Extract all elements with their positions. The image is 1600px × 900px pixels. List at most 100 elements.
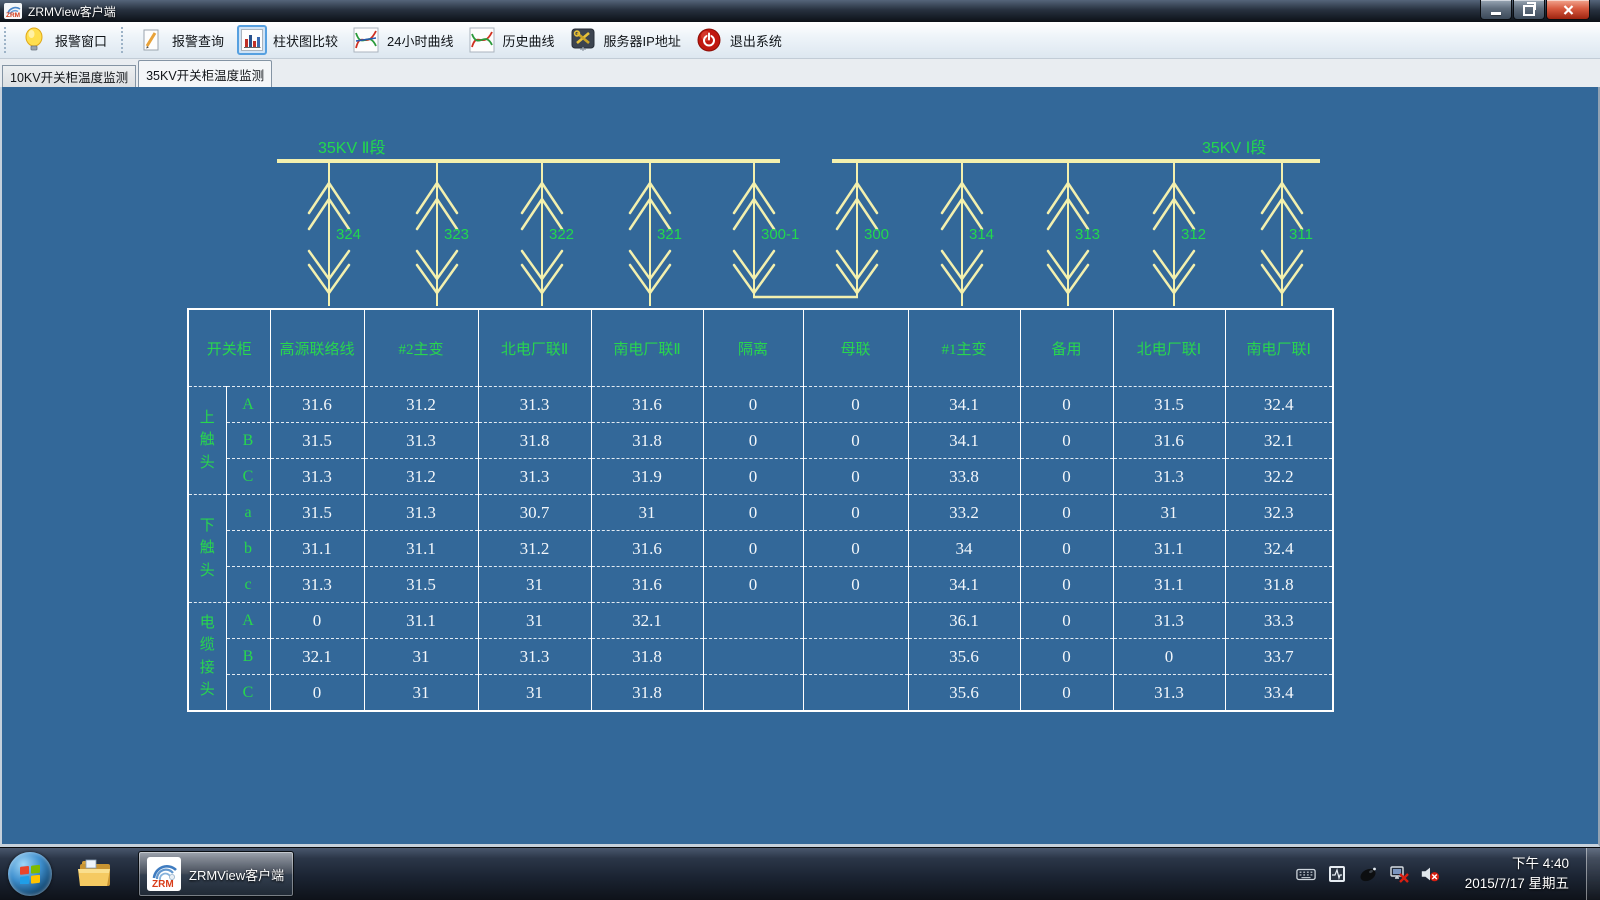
tab-35kv-monitor[interactable]: 35KV开关柜温度监测 — [138, 60, 272, 87]
temperature-cell: 31.8 — [1225, 567, 1333, 603]
toolbar-alarm-window-button[interactable]: 报警窗口 — [16, 23, 117, 57]
temperature-cell: 31.2 — [478, 531, 591, 567]
feeder-label: 322 — [549, 226, 574, 243]
taskbar-clock[interactable]: 下午 4:40 2015/7/17 星期五 — [1465, 854, 1569, 895]
close-icon — [1563, 5, 1574, 15]
toolbar-server-ip-button[interactable]: 服务器IP地址 — [565, 23, 691, 57]
keyboard-icon[interactable] — [1296, 864, 1316, 884]
monitor-activity-icon[interactable] — [1327, 864, 1347, 884]
temperature-cell: 0 — [803, 495, 908, 531]
feeder-label: 311 — [1289, 226, 1313, 243]
temperature-cell: 0 — [1020, 603, 1113, 639]
temperature-cell: 32.1 — [591, 603, 703, 639]
curve-24h-icon — [351, 25, 381, 55]
temperature-cell: 33.8 — [908, 459, 1020, 495]
temperature-cell: 0 — [1020, 423, 1113, 459]
temperature-cell: 30.7 — [478, 495, 591, 531]
temperature-cell: 0 — [1020, 675, 1113, 712]
temperature-cell: 31.5 — [364, 567, 478, 603]
alarm-bulb-icon — [19, 25, 49, 55]
table-body: 上 触 头A31.631.231.331.60034.1031.532.4B31… — [188, 387, 1333, 712]
windows-start-icon — [19, 864, 41, 884]
column-header: 南电厂联Ⅰ — [1225, 309, 1333, 387]
tab-10kv-monitor[interactable]: 10KV开关柜温度监测 — [2, 65, 136, 87]
phase-cell: A — [226, 603, 270, 639]
app-logo-icon: ZRM — [4, 3, 22, 19]
temperature-cell: 31.1 — [270, 531, 364, 567]
temperature-cell: 0 — [703, 531, 803, 567]
temperature-cell: 0 — [703, 459, 803, 495]
alarm-query-pencil-icon — [136, 25, 166, 55]
bus-label: 35KV Ⅱ段 — [318, 139, 385, 157]
temperature-cell: 0 — [803, 531, 908, 567]
table-row: C0313131.835.6031.333.4 — [188, 675, 1333, 712]
toolbar-exit-button[interactable]: 退出系统 — [691, 23, 792, 57]
temperature-cell: 34.1 — [908, 423, 1020, 459]
toolbar-item-label: 历史曲线 — [503, 31, 555, 50]
temperature-cell: 0 — [1020, 459, 1113, 495]
row-group-label: 下 触 头 — [188, 495, 226, 603]
temperature-cell — [703, 675, 803, 712]
exit-power-icon — [694, 25, 724, 55]
explorer-folder-icon — [74, 857, 114, 891]
table-row: 上 触 头A31.631.231.331.60034.1031.532.4 — [188, 387, 1333, 423]
column-header: 高源联络线 — [270, 309, 364, 387]
temperature-cell: 0 — [1020, 531, 1113, 567]
temperature-cell: 31 — [478, 567, 591, 603]
feeder-label: 312 — [1181, 226, 1206, 243]
network-disconnected-icon[interactable] — [1389, 864, 1409, 884]
temperature-cell: 0 — [1020, 387, 1113, 423]
temperature-cell: 32.4 — [1225, 531, 1333, 567]
start-button[interactable] — [8, 852, 52, 896]
phase-cell: a — [226, 495, 270, 531]
temperature-cell: 31 — [364, 675, 478, 712]
history-curve-icon — [467, 25, 497, 55]
temperature-cell: 33.2 — [908, 495, 1020, 531]
restore-button[interactable] — [1513, 0, 1545, 20]
server-ip-tools-icon — [568, 25, 598, 55]
temperature-cell: 31.1 — [364, 603, 478, 639]
table-row: B31.531.331.831.80034.1031.632.1 — [188, 423, 1333, 459]
temperature-cell: 31.1 — [364, 531, 478, 567]
column-header: 备用 — [1020, 309, 1113, 387]
feeder-label: 324 — [336, 226, 361, 243]
toolbar-grip — [121, 27, 126, 53]
toolbar-history-curve-button[interactable]: 历史曲线 — [464, 23, 565, 57]
toolbar-item-label: 报警查询 — [172, 31, 224, 50]
column-header: 母联 — [803, 309, 908, 387]
explorer-button[interactable] — [72, 852, 116, 896]
table-row: 电 缆 接 头A031.13132.136.1031.333.3 — [188, 603, 1333, 639]
volume-muted-icon[interactable] — [1420, 864, 1440, 884]
toolbar-curve-24h-button[interactable]: 24小时曲线 — [348, 23, 463, 57]
column-header: #2主变 — [364, 309, 478, 387]
temperature-cell: 0 — [1113, 639, 1225, 675]
temperature-cell: 31.3 — [1113, 675, 1225, 712]
temperature-cell: 31.2 — [364, 387, 478, 423]
toolbar-alarm-query-button[interactable]: 报警查询 — [133, 23, 234, 57]
phase-cell: A — [226, 387, 270, 423]
temperature-cell: 31.8 — [478, 423, 591, 459]
toolbar-bar-chart-button[interactable]: 柱状图比较 — [234, 23, 348, 57]
temperature-cell: 0 — [1020, 639, 1113, 675]
temperature-cell: 31.3 — [364, 423, 478, 459]
phase-cell: B — [226, 639, 270, 675]
minimize-button[interactable] — [1480, 0, 1512, 20]
show-desktop-button[interactable] — [1586, 848, 1600, 900]
phase-cell: b — [226, 531, 270, 567]
temperature-cell: 0 — [803, 387, 908, 423]
bus-label: 35KV Ⅰ段 — [1202, 139, 1266, 157]
system-tray: 下午 4:40 2015/7/17 星期五 — [1296, 848, 1600, 900]
temperature-cell: 31.8 — [591, 639, 703, 675]
feeder-label: 323 — [444, 226, 469, 243]
temperature-cell: 31 — [1113, 495, 1225, 531]
feeder-322: 322 — [522, 161, 574, 306]
temperature-cell: 31.6 — [591, 387, 703, 423]
temperature-cell: 31.6 — [270, 387, 364, 423]
taskbar-app-zrmview[interactable]: ZRM ZRMView客户端 — [138, 851, 294, 897]
toolbar: 报警窗口 报警查询 — [0, 22, 1600, 59]
close-button[interactable] — [1546, 0, 1590, 20]
pointer-device-icon[interactable] — [1358, 864, 1378, 884]
feeder-300: 300 — [837, 161, 889, 298]
temperature-cell: 31.6 — [591, 567, 703, 603]
column-header: 北电厂联Ⅱ — [478, 309, 591, 387]
